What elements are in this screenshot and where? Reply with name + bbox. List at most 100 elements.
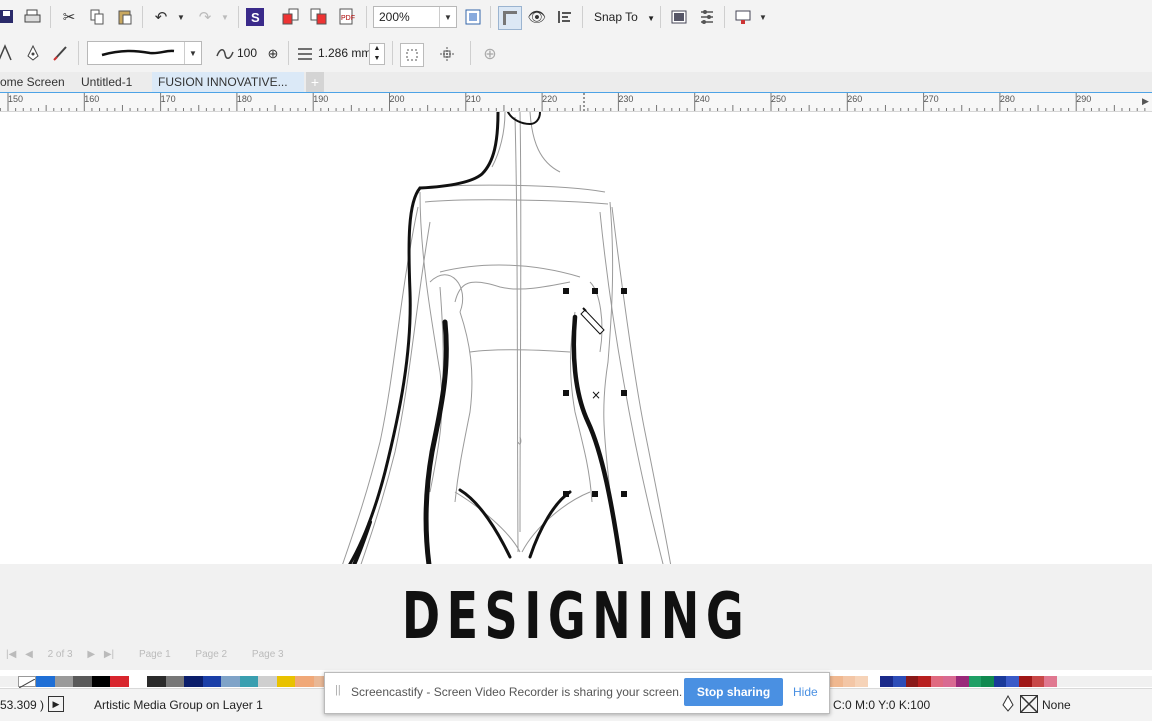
color-swatch[interactable] bbox=[36, 676, 55, 687]
separator bbox=[288, 41, 289, 65]
banner-title: DESIGNING bbox=[401, 580, 751, 654]
redo-dropdown-icon[interactable]: ▼ bbox=[214, 6, 236, 28]
separator bbox=[238, 6, 239, 28]
undo-icon[interactable]: ↶ bbox=[150, 6, 172, 28]
color-swatch[interactable] bbox=[867, 676, 881, 687]
color-swatch[interactable] bbox=[91, 676, 110, 687]
color-swatch[interactable] bbox=[830, 676, 843, 687]
paste-icon[interactable] bbox=[114, 6, 136, 28]
snap-to-menu[interactable]: Snap To ▼ bbox=[594, 10, 655, 24]
color-swatch[interactable] bbox=[73, 676, 92, 687]
color-swatch[interactable] bbox=[855, 676, 868, 687]
scale-with-object-icon[interactable] bbox=[400, 43, 424, 67]
color-swatch[interactable] bbox=[893, 676, 906, 687]
color-swatch[interactable] bbox=[930, 676, 944, 687]
separator bbox=[78, 41, 79, 65]
color-swatch[interactable] bbox=[1006, 676, 1019, 687]
color-swatch[interactable] bbox=[968, 676, 982, 687]
stop-sharing-button[interactable]: Stop sharing bbox=[684, 678, 783, 706]
redo-icon[interactable]: ↷ bbox=[194, 6, 216, 28]
color-swatch[interactable] bbox=[202, 676, 221, 687]
save-icon[interactable] bbox=[0, 6, 18, 28]
smoothing-slider-icon[interactable]: ⊕ bbox=[262, 43, 284, 65]
color-swatch[interactable] bbox=[956, 676, 969, 687]
separator bbox=[724, 6, 725, 28]
calligraphy-pen-icon[interactable] bbox=[50, 42, 72, 64]
page-tab-3[interactable]: Page 3 bbox=[252, 649, 284, 660]
add-icon[interactable]: ⊕ bbox=[479, 43, 501, 65]
color-swatch[interactable] bbox=[842, 676, 856, 687]
color-swatch[interactable] bbox=[276, 676, 295, 687]
export-icon[interactable] bbox=[308, 6, 330, 28]
tab-untitled-1[interactable]: Untitled-1 bbox=[81, 72, 132, 92]
align-icon[interactable] bbox=[554, 6, 576, 28]
separator bbox=[392, 41, 393, 65]
app-launcher-icon[interactable]: S bbox=[244, 6, 266, 28]
previous-page-icon[interactable]: ◀ bbox=[25, 649, 33, 660]
color-swatch[interactable] bbox=[880, 676, 893, 687]
settings-icon[interactable] bbox=[696, 6, 718, 28]
color-swatch[interactable] bbox=[184, 676, 203, 687]
color-swatch[interactable] bbox=[1044, 676, 1057, 687]
print-icon[interactable] bbox=[22, 6, 44, 28]
color-swatch[interactable] bbox=[258, 676, 277, 687]
color-swatch[interactable] bbox=[54, 676, 73, 687]
outline-pen-icon[interactable] bbox=[1001, 694, 1015, 716]
undo-dropdown-icon[interactable]: ▼ bbox=[170, 6, 192, 28]
color-swatch[interactable] bbox=[165, 676, 184, 687]
tab-fusion-innovative[interactable]: FUSION INNOVATIVE... bbox=[152, 72, 304, 92]
full-screen-icon[interactable] bbox=[462, 6, 484, 28]
page-tab-1[interactable]: Page 1 bbox=[139, 649, 171, 660]
preset-tool-icon[interactable] bbox=[0, 42, 16, 64]
next-page-icon[interactable]: ▶ bbox=[87, 649, 95, 660]
drawing-canvas[interactable]: × bbox=[0, 112, 1152, 564]
title-banner: DESIGNING |◀ ◀ 2 of 3 ▶ ▶| Page 1 Page 2… bbox=[0, 564, 1152, 670]
color-swatch[interactable] bbox=[981, 676, 994, 687]
drag-handle-icon[interactable]: || bbox=[335, 684, 341, 696]
hide-button[interactable]: Hide bbox=[793, 685, 818, 699]
options-icon[interactable] bbox=[668, 6, 690, 28]
ruler-label: 280 bbox=[999, 94, 1015, 104]
publish-pdf-icon[interactable]: PDF bbox=[336, 6, 358, 28]
color-swatch[interactable] bbox=[147, 676, 166, 687]
svg-text:S: S bbox=[251, 10, 260, 25]
launch-icon[interactable] bbox=[732, 6, 754, 28]
new-tab-icon[interactable]: + bbox=[306, 72, 324, 92]
stroke-width-spinner[interactable]: ▲ ▼ bbox=[369, 43, 385, 65]
color-swatch[interactable] bbox=[128, 676, 147, 687]
cut-icon[interactable]: ✂ bbox=[58, 6, 80, 28]
outline-none-swatch[interactable] bbox=[1020, 695, 1038, 713]
color-swatch[interactable] bbox=[110, 676, 129, 687]
last-page-icon[interactable]: ▶| bbox=[104, 649, 114, 660]
stroke-width-input[interactable]: 1.286 mm bbox=[318, 46, 371, 60]
edit-nodes-icon[interactable] bbox=[436, 43, 458, 65]
selection-center-marker[interactable]: × bbox=[591, 388, 601, 402]
color-swatch[interactable] bbox=[1019, 676, 1032, 687]
color-swatch[interactable] bbox=[295, 676, 314, 687]
color-swatch[interactable] bbox=[905, 676, 919, 687]
import-icon[interactable] bbox=[280, 6, 302, 28]
copy-icon[interactable] bbox=[86, 6, 108, 28]
view-icon[interactable]: 👁 bbox=[526, 6, 548, 28]
tab-home-screen[interactable]: ome Screen bbox=[0, 72, 65, 92]
pen-nib-icon[interactable] bbox=[22, 42, 44, 64]
page-tab-2[interactable]: Page 2 bbox=[195, 649, 227, 660]
color-swatch[interactable] bbox=[239, 676, 258, 687]
chevron-down-icon: ▼ bbox=[647, 14, 656, 23]
chevron-down-icon[interactable]: ▼ bbox=[752, 6, 774, 28]
color-swatch[interactable] bbox=[918, 676, 931, 687]
no-color-swatch[interactable] bbox=[18, 676, 36, 689]
color-swatch[interactable] bbox=[221, 676, 240, 687]
ruler-label: 200 bbox=[389, 94, 405, 104]
separator bbox=[470, 41, 471, 65]
smoothing-input[interactable]: 100 bbox=[237, 46, 263, 60]
zoom-level-select[interactable]: 200% ▼ bbox=[373, 6, 457, 28]
color-swatch[interactable] bbox=[993, 676, 1007, 687]
color-swatch[interactable] bbox=[943, 676, 956, 687]
page-count: 2 of 3 bbox=[47, 649, 73, 660]
first-page-icon[interactable]: |◀ bbox=[6, 649, 16, 660]
show-rulers-icon[interactable] bbox=[498, 6, 522, 30]
stroke-preset-select[interactable]: ▼ bbox=[87, 41, 202, 65]
color-swatch[interactable] bbox=[1031, 676, 1045, 687]
play-icon[interactable]: ▶ bbox=[48, 696, 64, 712]
